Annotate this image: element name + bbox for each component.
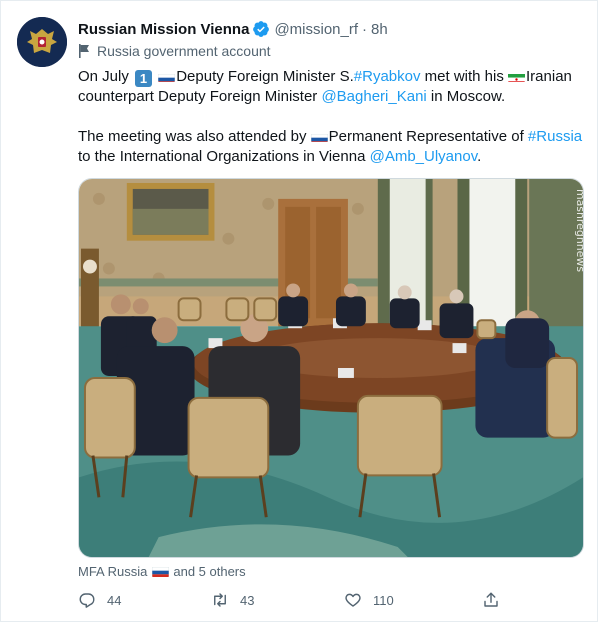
emblem-icon bbox=[17, 17, 67, 67]
text-segment: Permanent Representative of bbox=[328, 128, 528, 145]
separator-dot: · bbox=[362, 20, 368, 38]
russia-flag-icon bbox=[152, 566, 170, 577]
text-segment: to the International Organizations in Vi… bbox=[78, 148, 370, 165]
tweet-card[interactable]: Russian Mission Vienna @mission_rf · 8h … bbox=[0, 0, 598, 622]
watermark-text: mashreghnews bbox=[574, 189, 583, 272]
hashtag-ryabkov-link[interactable]: #Ryabkov bbox=[354, 68, 421, 85]
government-flag-icon bbox=[79, 44, 89, 58]
meeting-room-photo: mashreghnews bbox=[79, 179, 583, 557]
text-segment: Iranian bbox=[526, 68, 572, 85]
tweet-text: On July 1 Deputy Foreign Minister S.#Rya… bbox=[78, 67, 588, 187]
russia-flag-icon bbox=[310, 131, 328, 142]
text-segment: . bbox=[477, 148, 482, 165]
share-button[interactable] bbox=[482, 591, 511, 609]
mention-bagheri-kani-link[interactable]: @Bagheri_Kani bbox=[321, 88, 426, 105]
like-icon bbox=[345, 593, 361, 607]
reply-icon bbox=[79, 593, 95, 608]
text-segment: in Moscow. bbox=[426, 88, 506, 105]
paragraph-1: On July 1 Deputy Foreign Minister S.#Rya… bbox=[78, 67, 588, 107]
tweet-header: Russian Mission Vienna @mission_rf · 8h bbox=[78, 19, 388, 39]
keycap-one-emoji: 1 bbox=[135, 70, 153, 87]
mention-amb-ulyanov-link[interactable]: @Amb_Ulyanov bbox=[370, 148, 478, 165]
author-handle[interactable]: @mission_rf bbox=[274, 21, 358, 38]
text-segment: On July bbox=[78, 68, 129, 85]
text-segment: The meeting was also attended by bbox=[78, 128, 311, 145]
tagged-users[interactable]: MFA Russia and 5 others bbox=[78, 564, 246, 579]
tweet-photo[interactable]: mashreghnews bbox=[78, 178, 584, 558]
avatar[interactable] bbox=[17, 17, 67, 67]
retweet-icon bbox=[214, 593, 226, 607]
like-button[interactable]: 110 bbox=[344, 591, 394, 609]
text-segment: met with his bbox=[420, 68, 509, 85]
verified-icon bbox=[253, 21, 270, 37]
retweet-button[interactable]: 43 bbox=[211, 591, 254, 609]
text-segment: Deputy Foreign Minister S. bbox=[176, 68, 354, 85]
reply-count: 44 bbox=[107, 592, 122, 608]
iran-flag-icon bbox=[508, 71, 526, 82]
government-label[interactable]: Russia government account bbox=[78, 43, 271, 59]
action-bar: 44 43 110 bbox=[78, 591, 498, 613]
share-icon bbox=[484, 592, 498, 607]
retweet-count: 43 bbox=[240, 592, 255, 608]
government-label-text: Russia government account bbox=[97, 43, 271, 59]
hashtag-russia-link[interactable]: #Russia bbox=[528, 128, 582, 145]
tagged-primary: MFA Russia bbox=[78, 564, 148, 579]
paragraph-2: The meeting was also attended by Permane… bbox=[78, 127, 588, 167]
tagged-others: and 5 others bbox=[173, 564, 246, 579]
text-segment: counterpart Deputy Foreign Minister bbox=[78, 88, 322, 105]
like-count: 110 bbox=[373, 592, 394, 608]
timestamp[interactable]: 8h bbox=[371, 21, 388, 38]
author-name[interactable]: Russian Mission Vienna bbox=[78, 21, 249, 38]
reply-button[interactable]: 44 bbox=[78, 591, 121, 609]
russia-flag-icon bbox=[158, 71, 176, 82]
